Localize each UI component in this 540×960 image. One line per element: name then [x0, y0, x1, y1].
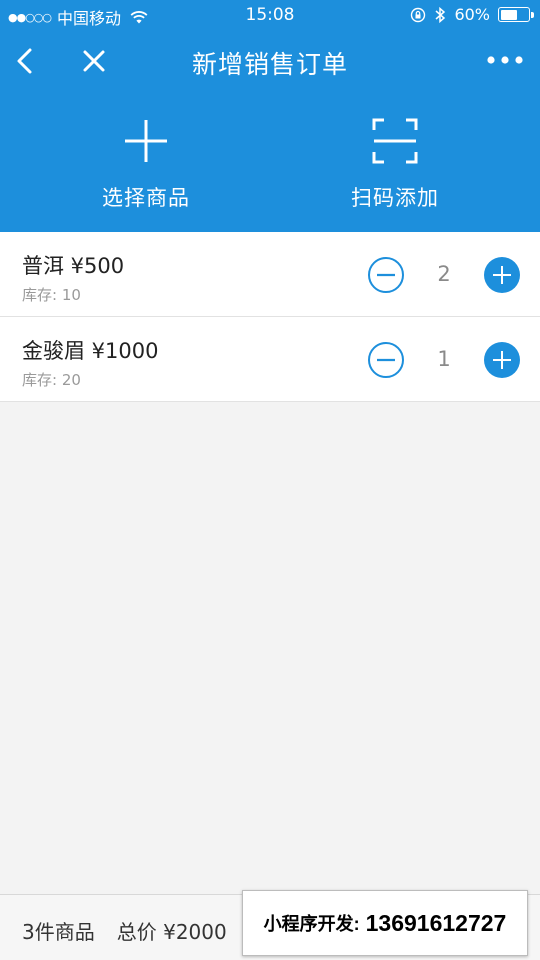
total-price: 总价 ¥2000	[116, 920, 227, 944]
product-list: 普洱 ¥500 库存: 10 2 金骏眉 ¥1000 库存: 20 1	[0, 232, 540, 402]
minus-icon[interactable]	[367, 256, 405, 294]
status-right: 60%	[410, 5, 534, 24]
plus-icon	[125, 120, 167, 162]
minus-icon[interactable]	[367, 341, 405, 379]
orientation-lock-icon	[411, 7, 426, 22]
quantity-value: 1	[437, 347, 451, 371]
quantity-value: 2	[437, 262, 451, 286]
promo-phone: 13691612727	[365, 909, 507, 936]
product-row: 金骏眉 ¥1000 库存: 20 1	[0, 317, 540, 402]
product-stock: 库存: 20	[22, 371, 81, 389]
promo-label: 小程序开发:	[263, 914, 360, 934]
select-product-button[interactable]: 选择商品	[46, 118, 246, 218]
navigation-bar: 新增销售订单	[0, 30, 540, 92]
plus-circle-icon[interactable]	[483, 256, 521, 294]
battery-percent: 60%	[454, 5, 490, 24]
header-area: ●●○○○ 中国移动 15:08 60% 新增销售订单 选择商品 扫码添加	[0, 0, 540, 232]
scan-add-button[interactable]: 扫码添加	[295, 118, 495, 218]
page-title: 新增销售订单	[191, 50, 348, 79]
battery-icon	[498, 7, 534, 22]
select-product-label: 选择商品	[102, 186, 190, 210]
battery-tip	[531, 12, 534, 18]
status-bar: ●●○○○ 中国移动 15:08 60%	[0, 0, 540, 30]
scan-frame-icon	[372, 118, 418, 164]
scan-add-label: 扫码添加	[351, 186, 439, 210]
promo-watermark: 小程序开发: 13691612727	[242, 890, 528, 956]
product-row: 普洱 ¥500 库存: 10 2	[0, 232, 540, 317]
item-count: 3件商品	[22, 920, 95, 944]
plus-circle-icon[interactable]	[483, 341, 521, 379]
product-stock: 库存: 10	[22, 286, 81, 304]
product-name: 普洱 ¥500	[22, 254, 125, 278]
more-dots-icon[interactable]	[486, 50, 524, 70]
order-summary: 3件商品 总价 ¥2000	[22, 916, 227, 945]
battery-level	[500, 9, 517, 20]
bluetooth-icon	[435, 6, 446, 23]
product-name: 金骏眉 ¥1000	[22, 339, 159, 363]
